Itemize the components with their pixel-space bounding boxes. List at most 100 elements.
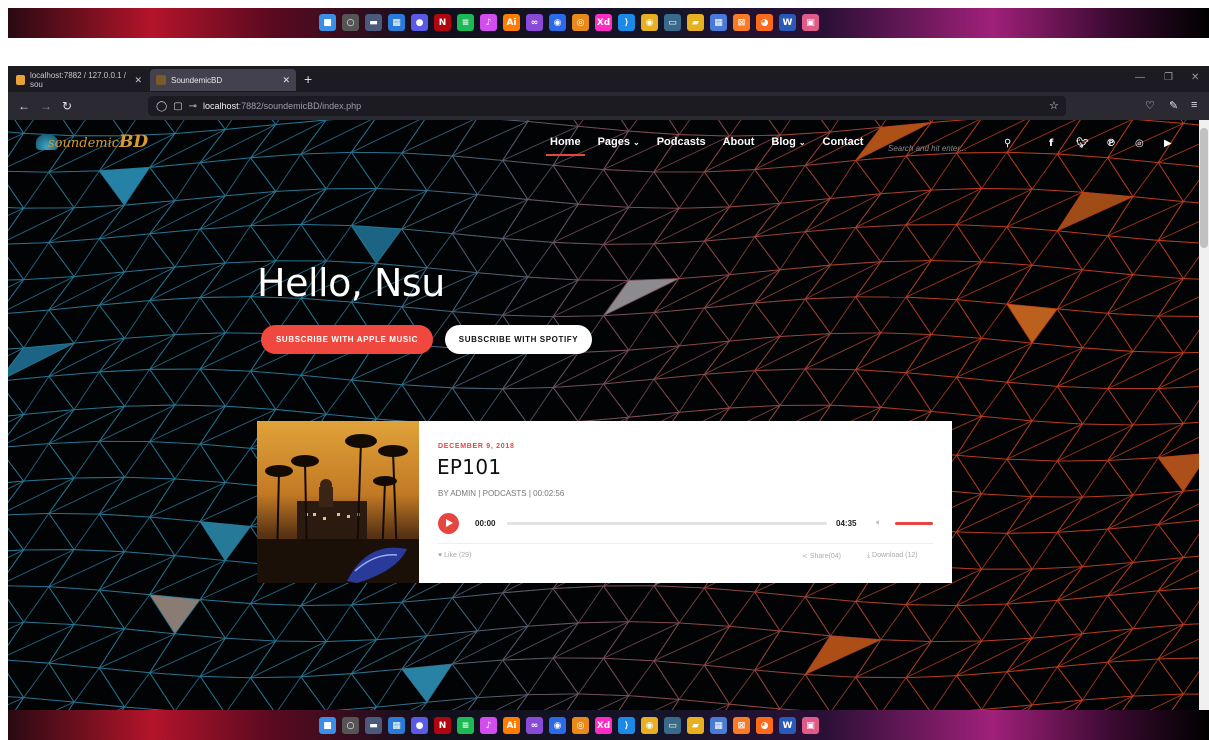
task-view-icon[interactable]: ▬ [365,717,382,734]
extensions-icon[interactable]: ✎ [1169,99,1178,112]
facebook-icon[interactable]: f [1049,138,1053,149]
itunes-icon[interactable]: ♪ [480,717,497,734]
window-close-icon[interactable]: ✕ [1191,72,1199,83]
scrollbar-thumb[interactable] [1200,128,1208,248]
terminal-icon[interactable]: ▭ [664,14,681,31]
album-cover-image[interactable] [257,421,419,583]
maximize-icon[interactable]: ❐ [1164,72,1173,83]
app-icon[interactable]: ◉ [549,717,566,734]
page-icon: ▢ [173,100,183,112]
twitter-icon[interactable]: 🐦︎ [1076,138,1089,149]
instagram-icon[interactable]: ◎ [1135,138,1144,149]
nav-contact[interactable]: Contact [823,136,864,148]
close-icon[interactable]: ✕ [134,75,142,86]
visual-studio-icon[interactable]: ∞ [526,717,543,734]
pinterest-icon[interactable]: ℗ [1106,138,1116,149]
menu-icon[interactable]: ≡ [1191,99,1197,111]
site-favicon-icon [156,75,166,85]
photos-icon[interactable]: ▣ [802,717,819,734]
app-icon[interactable]: ◉ [549,14,566,31]
nav-about[interactable]: About [723,136,755,148]
word-icon[interactable]: W [779,717,796,734]
forward-icon[interactable]: → [40,99,52,113]
photos-icon[interactable]: ▣ [802,14,819,31]
play-button[interactable] [438,513,459,534]
bookmark-star-icon[interactable]: ☆ [1049,99,1059,112]
terminal-icon[interactable]: ▭ [664,717,681,734]
tab-title: SoundemicBD [171,75,223,85]
address-bar[interactable]: ◯ ▢ ⊸ localhost:7882/soundemicBD/index.p… [148,96,1066,116]
itunes-icon[interactable]: ♪ [480,14,497,31]
download-button[interactable]: ⤓ Download (12) [867,552,918,560]
illustrator-icon[interactable]: Ai [503,717,520,734]
word-icon[interactable]: W [779,14,796,31]
search-icon[interactable]: ○ [342,717,359,734]
scrollbar[interactable] [1199,120,1209,710]
widgets-icon[interactable]: ▦ [388,14,405,31]
illustrator-icon[interactable]: Ai [503,14,520,31]
visual-studio-icon[interactable]: ∞ [526,14,543,31]
nav-pages[interactable]: Pages ⌄ [598,136,640,148]
youtube-icon[interactable]: ▶ [1164,138,1172,149]
nav-blog[interactable]: Blog ⌄ [771,136,805,148]
chat-icon[interactable]: ● [411,717,428,734]
blender-icon[interactable]: ◎ [572,717,589,734]
shield-icon[interactable]: ◯ [156,101,167,112]
reload-icon[interactable]: ↻ [62,99,72,113]
url-text[interactable]: localhost:7882/soundemicBD/index.php [203,101,361,111]
subscribe-apple-music-button[interactable]: SUBSCRIBE WITH APPLE MUSIC [261,325,433,354]
volume-slider[interactable] [895,522,933,525]
tab-bar: localhost:7882 / 127.0.0.1 / sou ✕ Sound… [8,66,1209,92]
firefox-icon[interactable]: ◕ [756,14,773,31]
spotify-icon[interactable]: ≡ [457,14,474,31]
chrome-icon[interactable]: ◉ [641,14,658,31]
vscode-icon[interactable]: ⟩ [618,717,635,734]
spotify-icon[interactable]: ≡ [457,717,474,734]
tab-phpmyadmin[interactable]: localhost:7882 / 127.0.0.1 / sou ✕ [10,69,148,91]
back-icon[interactable]: ← [18,99,30,113]
volume-icon[interactable]: 🔈︎ [876,517,881,528]
total-time: 04:35 [836,519,857,528]
chevron-down-icon: ⌄ [798,138,806,147]
chrome-icon[interactable]: ◉ [641,717,658,734]
chat-icon[interactable]: ● [411,14,428,31]
episode-title[interactable]: EP101 [437,455,501,479]
windows-start-icon[interactable]: ■ [319,717,336,734]
netflix-icon[interactable]: N [434,717,451,734]
blender-icon[interactable]: ◎ [572,14,589,31]
calculator-icon[interactable]: ▦ [710,14,727,31]
pocket-icon[interactable]: ♡ [1145,99,1155,112]
share-icon: ≺ [802,553,810,560]
widgets-icon[interactable]: ▦ [388,717,405,734]
task-view-icon[interactable]: ▬ [365,14,382,31]
file-explorer-icon[interactable]: ▰ [687,14,704,31]
windows-start-icon[interactable]: ■ [319,14,336,31]
progress-bar[interactable] [507,522,827,525]
tab-soundemicbd[interactable]: SoundemicBD ✕ [150,69,296,91]
new-tab-button[interactable]: + [304,71,312,87]
firefox-icon[interactable]: ◕ [756,717,773,734]
site-logo[interactable]: soundemicBD [36,132,148,152]
divider [438,543,933,544]
xd-icon[interactable]: Xd [595,717,612,734]
xampp-icon[interactable]: ⊠ [733,717,750,734]
vscode-icon[interactable]: ⟩ [618,14,635,31]
calculator-icon[interactable]: ▦ [710,717,727,734]
search-icon[interactable]: ⚲ [1004,138,1011,149]
search-input[interactable] [888,144,988,153]
nav-home[interactable]: Home [546,136,585,156]
close-icon[interactable]: ✕ [282,75,290,86]
netflix-icon[interactable]: N [434,14,451,31]
search-icon[interactable]: ○ [342,14,359,31]
key-icon[interactable]: ⊸ [189,101,197,112]
xd-icon[interactable]: Xd [595,14,612,31]
share-button[interactable]: ≺ Share(04) [802,552,841,560]
subscribe-spotify-button[interactable]: SUBSCRIBE WITH SPOTIFY [445,325,592,354]
minimize-icon[interactable]: — [1135,72,1145,83]
main-navigation: Home Pages ⌄ Podcasts About Blog ⌄ Contact [546,136,864,156]
nav-podcasts[interactable]: Podcasts [657,136,706,148]
xampp-icon[interactable]: ⊠ [733,14,750,31]
taskbar-top: ■ ○ ▬ ▦ ● N ≡ ♪ Ai ∞ ◉ ◎ Xd ⟩ ◉ ▭ ▰ ▦ ⊠ ◕ W ▣ [8,8,1209,38]
file-explorer-icon[interactable]: ▰ [687,717,704,734]
like-button[interactable]: ♥ Like (29) [438,552,471,559]
